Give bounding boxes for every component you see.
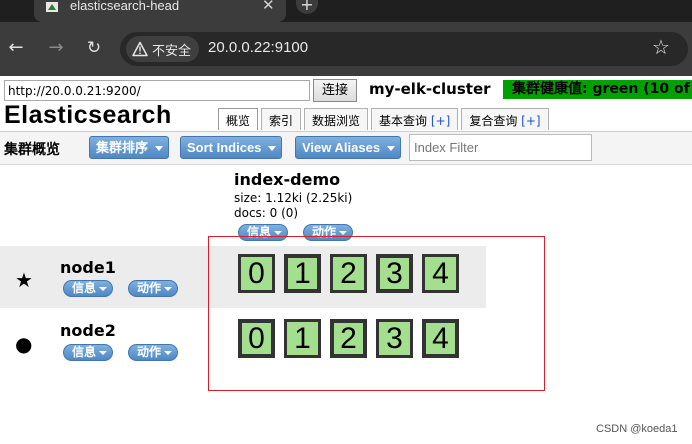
node-name: node2 bbox=[60, 321, 116, 340]
not-secure-label: 不安全 bbox=[152, 43, 192, 59]
page-content: 连接 my-elk-cluster 集群健康值: green (10 of 10… bbox=[0, 76, 692, 444]
watermark: CSDN @koeda1 bbox=[596, 423, 678, 435]
back-arrow-icon[interactable]: ← bbox=[6, 36, 26, 60]
button-label: 动作 bbox=[137, 281, 162, 295]
address-bar[interactable]: 不安全 20.0.0.22:9100 ☆ bbox=[120, 32, 688, 66]
chevron-down-icon bbox=[164, 287, 173, 291]
tab-plus: [+] bbox=[521, 114, 541, 128]
chevron-down-icon bbox=[99, 351, 108, 355]
node-action-button[interactable]: 动作 bbox=[128, 280, 179, 297]
forward-arrow-icon[interactable]: → bbox=[46, 36, 66, 60]
overview-toolbar: 集群概览 集群排序 Sort Indices View Aliases bbox=[0, 131, 692, 165]
index-filter-input[interactable] bbox=[409, 134, 592, 161]
chevron-down-icon bbox=[99, 287, 108, 291]
sort-cluster-button[interactable]: 集群排序 bbox=[89, 136, 170, 159]
button-label: 信息 bbox=[72, 345, 97, 359]
app-title: Elasticsearch bbox=[4, 101, 172, 129]
button-label: 动作 bbox=[137, 345, 162, 359]
new-tab-button[interactable]: + bbox=[296, 0, 318, 14]
button-label: 集群排序 bbox=[96, 140, 149, 155]
chevron-down-icon bbox=[339, 231, 348, 235]
url-text[interactable]: 20.0.0.22:9100 bbox=[208, 39, 308, 56]
tab-label: 基本查询 bbox=[379, 114, 428, 128]
reload-icon[interactable]: ↻ bbox=[84, 36, 104, 60]
tab-compound-query[interactable]: 复合查询 [+] bbox=[461, 108, 549, 130]
warning-triangle-icon bbox=[132, 41, 148, 57]
tab-basic-query[interactable]: 基本查询 [+] bbox=[371, 108, 459, 130]
tab-label: 数据浏览 bbox=[312, 114, 361, 128]
tab-label: 复合查询 bbox=[469, 114, 518, 128]
button-label: 信息 bbox=[72, 281, 97, 295]
tab-indices[interactable]: 索引 bbox=[261, 108, 302, 130]
star-icon: ★ bbox=[15, 268, 33, 292]
tab-browser[interactable]: 数据浏览 bbox=[304, 108, 369, 130]
connection-url-input[interactable] bbox=[4, 80, 310, 101]
browser-tab-strip: elasticsearch-head ✕ + bbox=[0, 0, 692, 22]
button-label: Sort Indices bbox=[187, 140, 262, 155]
tab-label: 索引 bbox=[269, 114, 294, 128]
chevron-down-icon bbox=[274, 231, 283, 235]
browser-tab[interactable]: elasticsearch-head ✕ bbox=[34, 0, 286, 22]
cluster-overview-label: 集群概览 bbox=[4, 142, 60, 158]
index-size: size: 1.12ki (2.25ki) bbox=[234, 191, 353, 205]
view-aliases-button[interactable]: View Aliases bbox=[295, 136, 402, 159]
circle-icon: ● bbox=[15, 332, 33, 356]
tab-plus: [+] bbox=[430, 114, 451, 128]
button-label: View Aliases bbox=[302, 140, 381, 155]
cluster-name: my-elk-cluster bbox=[369, 80, 491, 98]
elasticsearch-favicon-icon bbox=[46, 2, 58, 12]
connect-button[interactable]: 连接 bbox=[313, 79, 357, 102]
sort-indices-button[interactable]: Sort Indices bbox=[180, 136, 283, 159]
tab-overview[interactable]: 概览 bbox=[218, 108, 259, 130]
highlight-annotation-box bbox=[208, 236, 545, 391]
bookmark-star-icon[interactable]: ☆ bbox=[652, 35, 670, 59]
index-docs: docs: 0 (0) bbox=[234, 206, 299, 220]
node-info-button[interactable]: 信息 bbox=[63, 344, 114, 361]
chevron-down-icon bbox=[268, 146, 277, 151]
node-action-button[interactable]: 动作 bbox=[128, 344, 179, 361]
index-name: index-demo bbox=[234, 170, 341, 189]
browser-toolbar: ← → ↻ 不安全 20.0.0.22:9100 ☆ bbox=[0, 22, 692, 76]
tab-label: 概览 bbox=[226, 114, 251, 128]
chevron-down-icon bbox=[164, 351, 173, 355]
cluster-health-badge: 集群健康值: green (10 of 10) bbox=[503, 80, 692, 99]
browser-tab-title: elasticsearch-head bbox=[70, 0, 180, 13]
node-info-button[interactable]: 信息 bbox=[63, 280, 114, 297]
close-tab-icon[interactable]: ✕ bbox=[262, 0, 275, 14]
chevron-down-icon bbox=[387, 146, 396, 151]
main-tabs: 概览 索引 数据浏览 基本查询 [+] 复合查询 [+] bbox=[218, 108, 549, 130]
chevron-down-icon bbox=[155, 146, 164, 151]
node-name: node1 bbox=[60, 258, 116, 277]
security-chip[interactable]: 不安全 bbox=[126, 36, 200, 62]
